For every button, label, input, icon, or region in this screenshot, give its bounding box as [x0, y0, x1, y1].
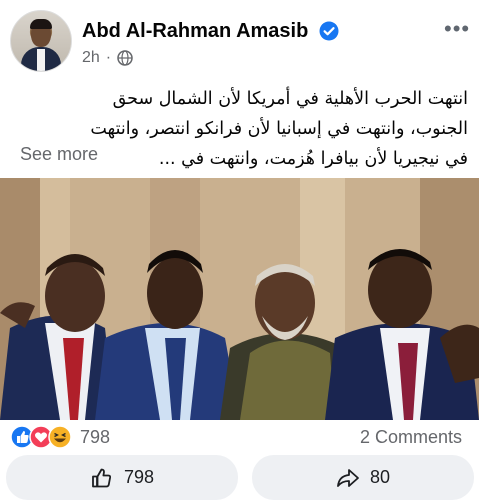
- like-button[interactable]: 798: [6, 455, 238, 500]
- post-actions: 798 80: [0, 455, 479, 500]
- post-meta: 2h ·: [82, 49, 133, 67]
- reaction-icons[interactable]: [10, 425, 76, 449]
- author-name[interactable]: Abd Al-Rahman Amasib: [82, 20, 308, 43]
- post-text-line: انتهت الحرب الأهلية في أمريكا لأن الشمال…: [112, 89, 468, 109]
- see-more-link[interactable]: See more: [20, 144, 98, 165]
- reactions-count[interactable]: 798: [80, 427, 110, 448]
- verified-badge-icon: [319, 21, 339, 41]
- thumbs-up-icon: [92, 468, 112, 487]
- share-button[interactable]: 80: [252, 455, 474, 500]
- post-time[interactable]: 2h: [82, 49, 100, 67]
- share-count: 80: [369, 467, 391, 487]
- haha-reaction-icon: [48, 425, 72, 449]
- group-photo-image: [0, 178, 479, 420]
- share-arrow-icon: [337, 468, 359, 487]
- author-avatar[interactable]: [10, 10, 72, 72]
- post-header: Abd Al-Rahman Amasib 2h · •••: [0, 0, 479, 78]
- like-count: 798: [123, 467, 155, 487]
- comments-count[interactable]: 2 Comments: [360, 427, 462, 448]
- globe-icon[interactable]: [117, 50, 133, 66]
- reactions-summary: 798 2 Comments: [0, 422, 479, 452]
- meta-separator: ·: [105, 49, 112, 66]
- post-text-line: الجنوب، وانتهت في إسبانيا لأن فرانكو انت…: [90, 119, 468, 139]
- more-options-icon[interactable]: •••: [444, 18, 470, 40]
- post-photo[interactable]: [0, 178, 479, 420]
